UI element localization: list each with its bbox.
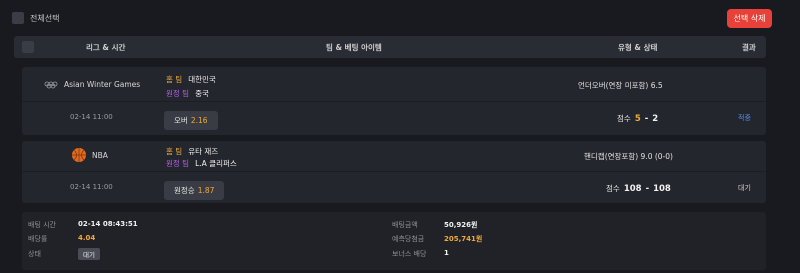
- basketball-icon: [72, 148, 86, 162]
- away-team-line: 원정 팀 L.A 클리퍼스: [166, 158, 237, 169]
- home-team-tag: 홈 팀: [166, 147, 183, 156]
- home-team-line: 홈 팀 유타 재즈: [166, 146, 218, 157]
- status-label: 상태: [28, 250, 41, 258]
- home-score: 108: [623, 183, 642, 194]
- league-name: NBA: [92, 150, 108, 160]
- bet-type: 핸디캡(연장포함) 9.0 (0-0): [584, 152, 673, 161]
- match-datetime: 02-14 11:00: [70, 183, 113, 191]
- bonus-label: 보너스 배당: [392, 250, 427, 258]
- header-checkbox[interactable]: [22, 41, 34, 53]
- home-team-tag: 홈 팀: [166, 75, 183, 84]
- pick-label: 오버: [174, 116, 188, 125]
- pick-odds: 2.16: [190, 116, 208, 125]
- odds-label: 배당률: [28, 235, 48, 243]
- bet-card: NBA 02-14 11:00 홈 팀 유타 재즈 원정 팀 L.A 클리퍼스 …: [22, 141, 766, 203]
- score-separator: -: [644, 113, 649, 124]
- expected-win-label: 예측당첨금: [392, 235, 425, 243]
- away-team-name: 중국: [195, 89, 209, 98]
- header-team-bet-item: 팀 & 베팅 아이템: [326, 43, 382, 52]
- score-separator: -: [645, 183, 650, 194]
- select-all[interactable]: 전체선택: [12, 12, 59, 24]
- bet-summary: 배팅 시간 02-14 08:43:51 배당률 4.04 상태 대기 배팅금액…: [22, 212, 766, 270]
- bonus-value: 1: [444, 249, 449, 257]
- home-team-name: 유타 재즈: [188, 147, 219, 156]
- toolbar: 전체선택 선택 삭제: [0, 0, 800, 34]
- bet-card: Asian Winter Games 02-14 11:00 홈 팀 대한민국 …: [22, 67, 766, 135]
- home-team-line: 홈 팀 대한민국: [166, 74, 216, 85]
- delete-selected-button[interactable]: 선택 삭제: [727, 9, 772, 28]
- score-label: 점수: [606, 184, 620, 193]
- select-all-label: 전체선택: [30, 13, 60, 23]
- table-header: 리그 & 시간 팀 & 베팅 아이템 유형 & 상태 결과: [14, 36, 766, 58]
- bet-type: 언더오버(연장 미포함) 6.5: [578, 81, 663, 90]
- score-label: 점수: [617, 114, 631, 123]
- bet-time-value: 02-14 08:43:51: [78, 220, 138, 228]
- bet-pick-button[interactable]: 원정승 1.87: [164, 181, 225, 200]
- match-datetime: 02-14 11:00: [70, 113, 113, 121]
- olympic-rings-icon: [44, 81, 58, 88]
- home-score: 5: [634, 113, 641, 124]
- header-type-status: 유형 & 상태: [618, 43, 658, 52]
- match-score: 점수 5 - 2: [617, 113, 658, 124]
- status-badge: 대기: [78, 248, 100, 260]
- header-league-time: 리그 & 시간: [86, 43, 126, 52]
- league-name: Asian Winter Games: [64, 80, 141, 89]
- bet-amount-value: 50,926원: [444, 221, 478, 229]
- away-score: 2: [652, 113, 659, 124]
- match-score: 점수 108 - 108: [606, 183, 671, 194]
- away-score: 108: [653, 183, 671, 194]
- home-team-name: 대한민국: [188, 75, 216, 84]
- away-team-tag: 원정 팀: [166, 159, 190, 168]
- away-team-name: L.A 클리퍼스: [195, 159, 237, 168]
- card-divider: [22, 171, 766, 172]
- odds-value: 4.04: [78, 234, 96, 242]
- league-info: Asian Winter Games: [44, 80, 140, 89]
- bet-time-label: 배팅 시간: [28, 221, 56, 229]
- bet-amount-label: 배팅금액: [392, 221, 418, 229]
- pick-label: 원정승: [174, 186, 195, 195]
- header-result: 결과: [742, 43, 756, 52]
- away-team-line: 원정 팀 중국: [166, 88, 209, 99]
- result-status: 적중: [738, 114, 751, 122]
- card-divider: [22, 101, 766, 102]
- expected-win-value: 205,741원: [444, 235, 483, 243]
- pick-odds: 1.87: [197, 186, 215, 195]
- bet-pick-button[interactable]: 오버 2.16: [164, 111, 218, 130]
- away-team-tag: 원정 팀: [166, 89, 190, 98]
- league-info: NBA: [72, 148, 108, 162]
- result-status: 대기: [738, 184, 751, 192]
- select-all-checkbox[interactable]: [12, 12, 24, 24]
